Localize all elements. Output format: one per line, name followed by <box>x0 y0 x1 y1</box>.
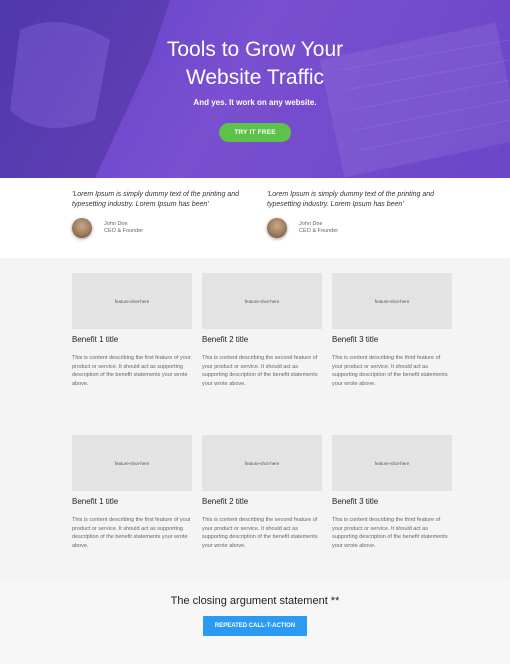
feature-title: Benefit 2 title <box>202 497 249 506</box>
testimonial-card: 'Lorem Ipsum is simply dummy text of the… <box>72 190 257 258</box>
feature-title: Benefit 3 title <box>332 335 379 344</box>
author-info: John Doe CEO & Founder <box>104 221 143 235</box>
feature-description: This is content describing the second fe… <box>202 355 318 387</box>
author-role: CEO & Founder <box>299 228 339 234</box>
author-role: CEO & Founder <box>104 228 144 234</box>
hero-title: Tools to Grow Your Website Traffic <box>0 0 510 92</box>
feature-description: This is content describing the third fea… <box>332 355 448 387</box>
feature-card: feature-shot-here Benefit 3 title This i… <box>332 273 452 388</box>
author-info: John Doe CEO & Founder <box>299 221 338 235</box>
hero-title-line1: Tools to Grow Your <box>166 38 344 61</box>
feature-card: feature-shot-here Benefit 2 title This i… <box>202 273 322 388</box>
feature-title: Benefit 1 title <box>72 497 119 506</box>
author-name: John Doe <box>104 221 128 227</box>
feature-screenshot: feature-shot-here <box>332 435 452 491</box>
closing-section: The closing argument statement ** REPEAT… <box>0 581 510 664</box>
feature-description: This is content describing the third fea… <box>332 517 448 549</box>
feature-screenshot: feature-shot-here <box>202 273 322 329</box>
feature-screenshot: feature-shot-here <box>72 273 192 329</box>
feature-title: Benefit 3 title <box>332 497 379 506</box>
avatar <box>267 218 287 238</box>
hero-subtitle: And yes. It work on any website. <box>193 98 317 107</box>
testimonial-card: 'Lorem Ipsum is simply dummy text of the… <box>267 190 452 258</box>
feature-row: feature-shot-here Benefit 1 title This i… <box>72 273 452 388</box>
testimonial-author: John Doe CEO & Founder <box>267 218 452 238</box>
feature-description: This is content describing the first fea… <box>72 517 191 549</box>
feature-screenshot: feature-shot-here <box>332 273 452 329</box>
feature-card: feature-shot-here Benefit 1 title This i… <box>72 435 192 550</box>
feature-title: Benefit 1 title <box>72 335 119 344</box>
closing-title: The closing argument statement ** <box>170 595 340 607</box>
testimonial-author: John Doe CEO & Founder <box>72 218 257 238</box>
features-section: feature-shot-here Benefit 1 title This i… <box>0 258 510 581</box>
feature-card: feature-shot-here Benefit 2 title This i… <box>202 435 322 550</box>
testimonial-quote: 'Lorem Ipsum is simply dummy text of the… <box>72 191 240 208</box>
hero-section: Tools to Grow Your Website Traffic And y… <box>0 0 510 178</box>
try-it-free-button[interactable]: TRY IT FREE <box>219 123 291 142</box>
feature-title: Benefit 2 title <box>202 335 249 344</box>
feature-description: This is content describing the first fea… <box>72 355 191 387</box>
feature-row: feature-shot-here Benefit 1 title This i… <box>72 435 452 550</box>
hero-title-line2: Website Traffic <box>185 66 325 89</box>
feature-card: feature-shot-here Benefit 1 title This i… <box>72 273 192 388</box>
feature-card: feature-shot-here Benefit 3 title This i… <box>332 435 452 550</box>
testimonial-quote: 'Lorem Ipsum is simply dummy text of the… <box>267 191 435 208</box>
feature-screenshot: feature-shot-here <box>202 435 322 491</box>
feature-description: This is content describing the second fe… <box>202 517 318 549</box>
repeated-cta-button[interactable]: REPEATED CALL-T-ACTION <box>202 616 308 636</box>
author-name: John Doe <box>299 221 323 227</box>
avatar <box>72 218 92 238</box>
testimonials-section: 'Lorem Ipsum is simply dummy text of the… <box>0 178 510 258</box>
feature-screenshot: feature-shot-here <box>72 435 192 491</box>
